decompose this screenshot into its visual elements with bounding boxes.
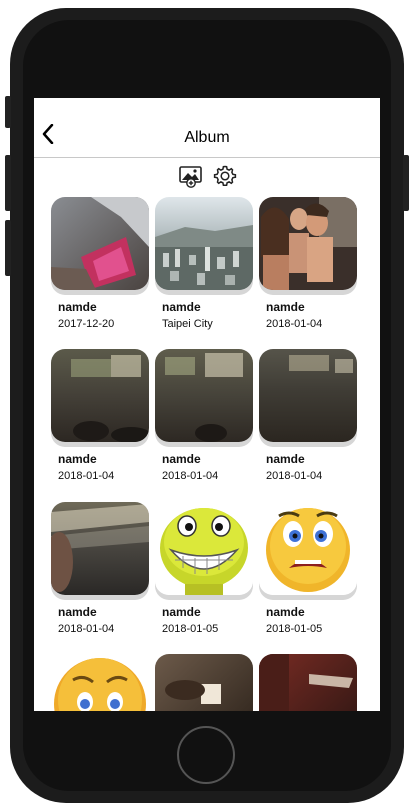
photo-date: 2018-01-05 [266, 623, 323, 635]
photo-date: 2018-01-04 [266, 318, 323, 330]
photo-thumbnail[interactable] [51, 654, 149, 711]
photo-thumbnail[interactable] [259, 502, 357, 595]
photo-name: namde [266, 605, 305, 619]
photo-thumbnail[interactable] [259, 197, 357, 290]
photo-date: 2018-01-04 [266, 470, 323, 482]
photo-name: namde [162, 605, 201, 619]
photo-name: namde [58, 605, 97, 619]
photo-name: namde [58, 452, 97, 466]
photo-thumbnail[interactable] [259, 654, 357, 711]
home-button[interactable] [177, 726, 235, 784]
mute-switch [5, 96, 11, 128]
photo-name: namde [162, 300, 201, 314]
photo-date: Taipei City [162, 318, 213, 330]
photo-name: namde [266, 300, 305, 314]
settings-button[interactable] [213, 164, 237, 188]
page-title: Album [184, 129, 230, 146]
photo-name: namde [162, 452, 201, 466]
photo-thumbnail[interactable] [259, 349, 357, 442]
photo-date: 2018-01-05 [162, 623, 219, 635]
photo-thumbnail[interactable] [155, 654, 253, 711]
photo-date: 2018-01-04 [58, 470, 115, 482]
photo-date: 2018-01-04 [58, 623, 115, 635]
photo-date: 2018-01-04 [162, 470, 219, 482]
gear-icon [213, 165, 237, 192]
album-toolbar [34, 164, 380, 188]
photo-date: 2017-12-20 [58, 318, 115, 330]
photo-thumbnail[interactable] [155, 197, 253, 290]
add-photo-button[interactable] [179, 164, 203, 188]
volume-up-button [5, 155, 11, 211]
photo-thumbnail[interactable] [155, 349, 253, 442]
power-button [403, 155, 409, 211]
volume-down-button [5, 220, 11, 276]
app-screen: Album namde 2017-12-20 namde Taipei City… [34, 98, 380, 711]
photo-thumbnail[interactable] [155, 502, 253, 595]
photo-name: namde [58, 300, 97, 314]
photo-name: namde [266, 452, 305, 466]
photo-thumbnail[interactable] [51, 349, 149, 442]
add-image-icon [179, 166, 203, 192]
navigation-bar: Album [34, 98, 380, 158]
photo-thumbnail[interactable] [51, 197, 149, 290]
photo-thumbnail[interactable] [51, 502, 149, 595]
